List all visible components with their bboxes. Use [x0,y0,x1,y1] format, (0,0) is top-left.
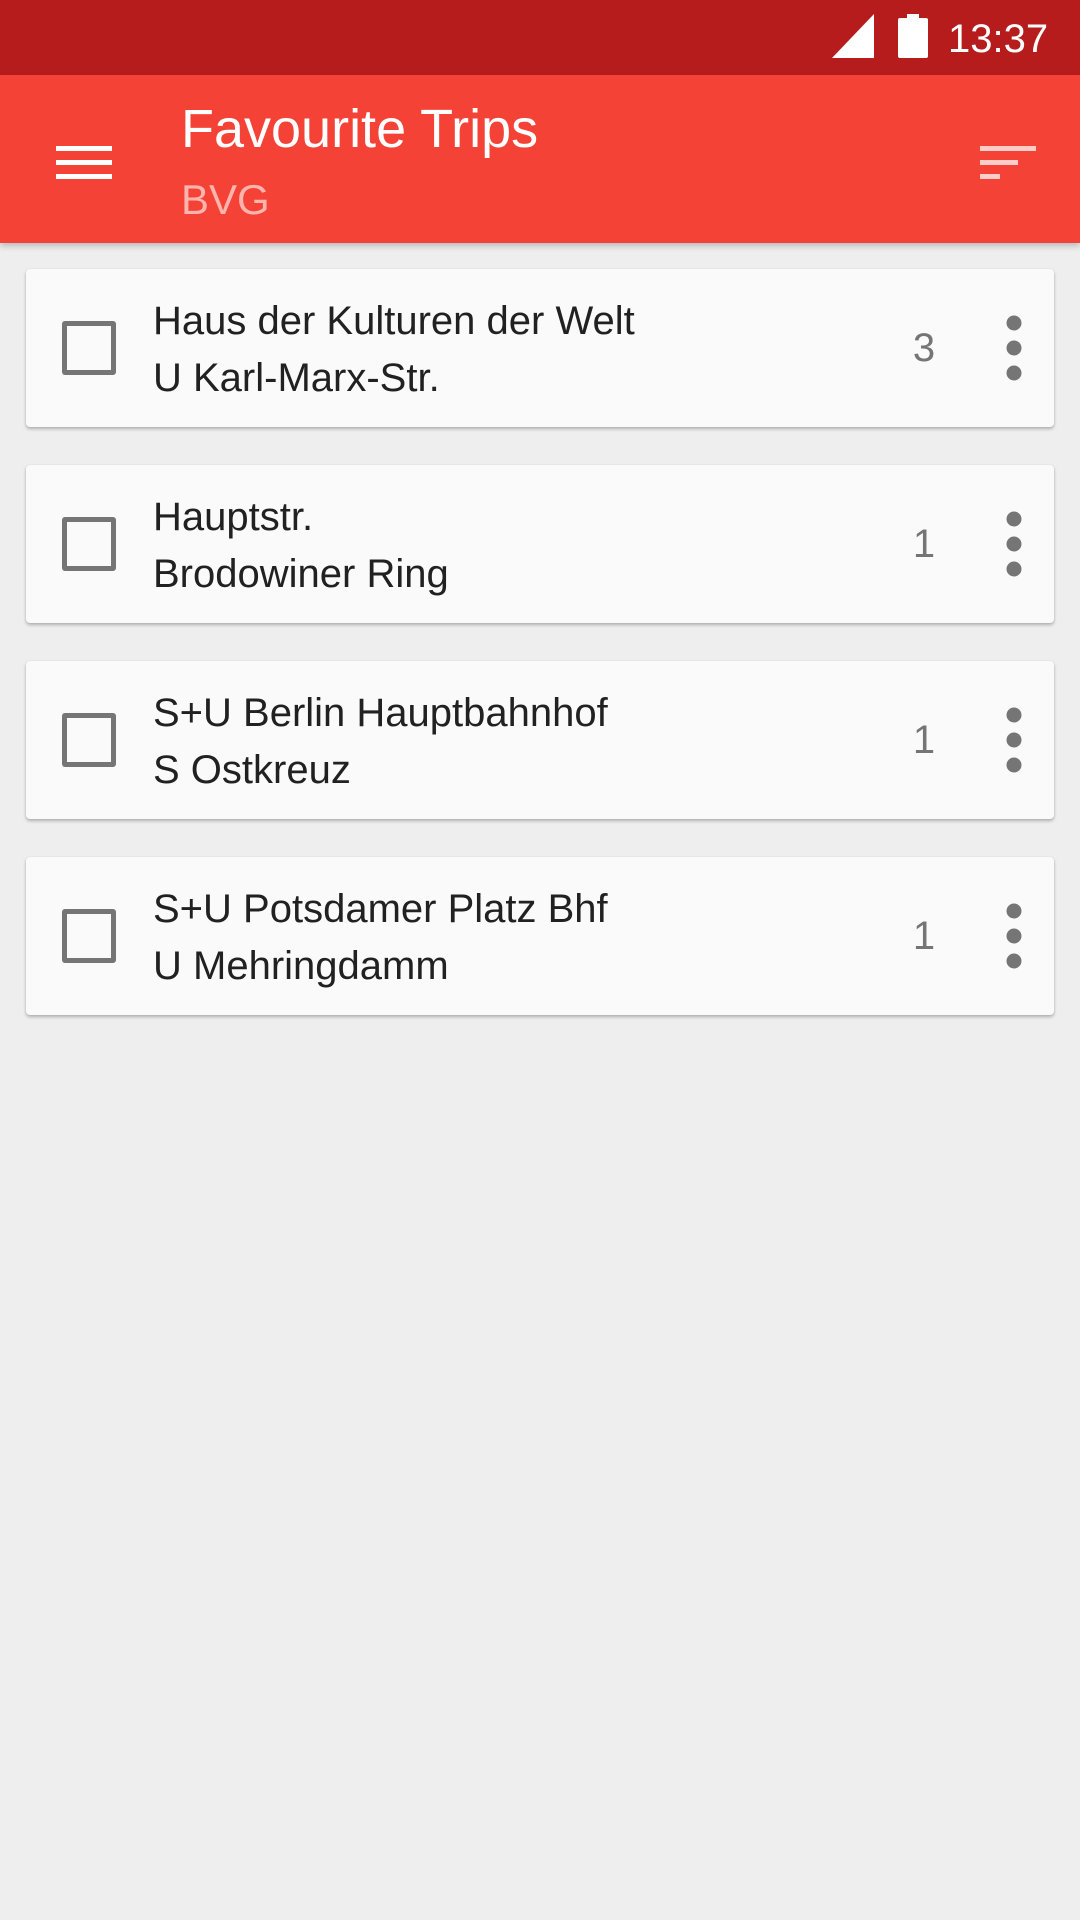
trip-card[interactable]: S+U Berlin Hauptbahnhof S Ostkreuz 1 [26,661,1054,819]
page-title: Favourite Trips [181,99,539,159]
trip-overflow-button[interactable] [982,893,1046,979]
trip-checkbox[interactable] [62,517,116,571]
trip-checkbox[interactable] [62,909,116,963]
trip-from: S+U Potsdamer Platz Bhf [153,887,608,931]
trip-card[interactable]: S+U Potsdamer Platz Bhf U Mehringdamm 1 [26,857,1054,1015]
trip-overflow-button[interactable] [982,697,1046,783]
signal-icon [832,14,874,58]
trip-to: U Mehringdamm [153,944,449,988]
more-vert-icon [1006,511,1022,577]
trip-overflow-button[interactable] [982,501,1046,587]
trip-to: S Ostkreuz [153,748,351,792]
trip-card[interactable]: Hauptstr. Brodowiner Ring 1 [26,465,1054,623]
trip-overflow-button[interactable] [982,305,1046,391]
trip-to: Brodowiner Ring [153,552,449,596]
sort-button[interactable] [960,115,1056,211]
trip-count: 1 [912,522,936,566]
trip-card[interactable]: Haus der Kulturen der Welt U Karl-Marx-S… [26,269,1054,427]
app-bar: Favourite Trips BVG [0,75,1080,243]
trip-count: 1 [912,914,936,958]
trip-from: Haus der Kulturen der Welt [153,299,635,343]
battery-icon [898,14,928,58]
menu-button[interactable] [36,115,132,211]
trip-list: Haus der Kulturen der Welt U Karl-Marx-S… [26,269,1054,1053]
trip-checkbox[interactable] [62,321,116,375]
menu-icon [56,146,112,179]
trip-from: Hauptstr. [153,495,314,539]
trip-to: U Karl-Marx-Str. [153,356,440,400]
sort-icon [980,146,1036,179]
trip-count: 3 [912,326,936,370]
page-subtitle: BVG [181,176,270,223]
trip-from: S+U Berlin Hauptbahnhof [153,691,608,735]
status-clock: 13:37 [948,17,1049,61]
trip-count: 1 [912,718,936,762]
more-vert-icon [1006,315,1022,381]
trip-checkbox[interactable] [62,713,116,767]
more-vert-icon [1006,903,1022,969]
status-bar: 13:37 [0,0,1080,75]
more-vert-icon [1006,707,1022,773]
